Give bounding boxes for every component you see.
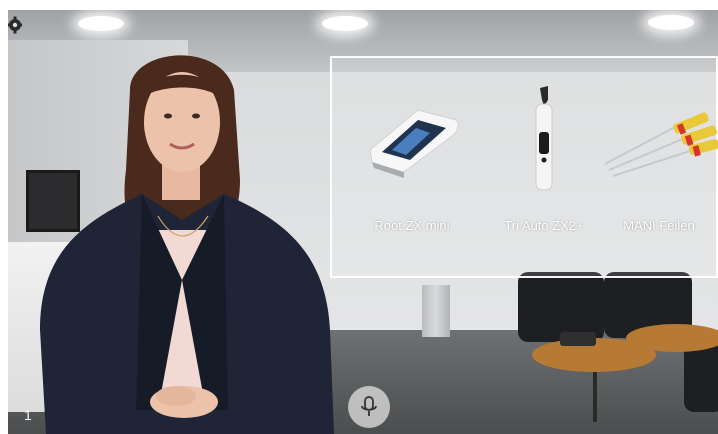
- microphone-button[interactable]: [348, 386, 390, 428]
- pillar: [422, 285, 450, 337]
- product-panel: Root ZX mini Tri Auto ZX2+ MANI Feilen: [330, 56, 718, 278]
- endo-files-icon: [604, 112, 718, 177]
- presenter-avatar: [40, 55, 334, 434]
- page-indicator: 1: [24, 407, 32, 423]
- product-item[interactable]: Tri Auto ZX2+: [482, 86, 606, 276]
- product-label: Root ZX mini: [374, 218, 450, 233]
- ceiling-light: [78, 16, 124, 31]
- endo-motor-icon: [535, 86, 553, 191]
- product-label: Tri Auto ZX2+: [504, 218, 584, 233]
- table-tray: [560, 332, 596, 346]
- microphone-icon: [361, 396, 377, 416]
- apex-locator-icon: [369, 109, 459, 178]
- gear-icon: [8, 16, 22, 34]
- settings-button[interactable]: [8, 14, 30, 36]
- virtual-showroom-view: Root ZX mini Tri Auto ZX2+ MANI Feilen 1: [8, 10, 718, 434]
- coffee-table: [626, 324, 718, 352]
- ceiling-light: [322, 16, 368, 31]
- product-label: MANI Feilen: [623, 218, 695, 233]
- ceiling-light: [648, 15, 694, 30]
- product-item[interactable]: Root ZX mini: [350, 90, 474, 276]
- product-item[interactable]: MANI Feilen: [598, 90, 718, 276]
